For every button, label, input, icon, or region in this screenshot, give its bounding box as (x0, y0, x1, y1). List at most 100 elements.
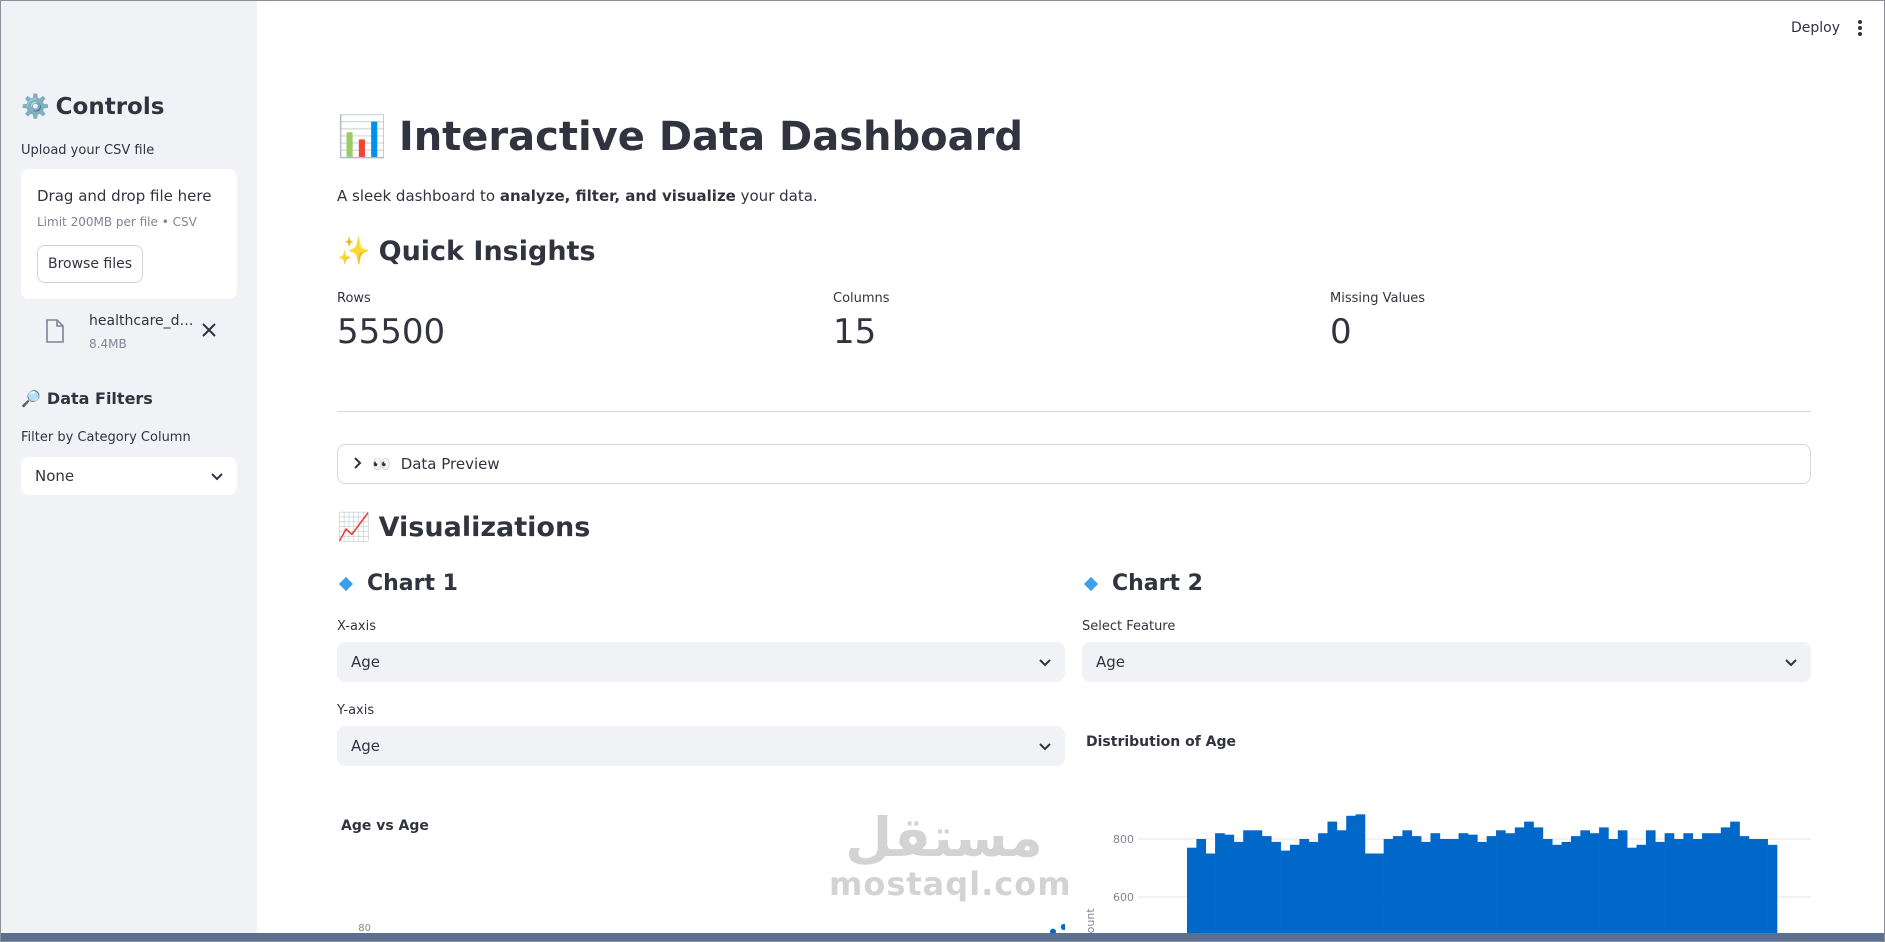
histogram-bar (1608, 839, 1619, 941)
histogram-bar (1758, 839, 1768, 941)
chevron-down-icon (1039, 653, 1051, 671)
histogram-bar (1673, 839, 1684, 941)
x-axis-value: Age (351, 653, 381, 671)
scatter-point (1060, 924, 1065, 930)
histogram-bar (1767, 844, 1778, 941)
histogram-bar (1720, 827, 1731, 941)
dropzone-title: Drag and drop file here (37, 187, 212, 205)
histogram-bar (1477, 841, 1487, 941)
histogram-bar (1243, 830, 1253, 941)
histogram-bar (1280, 850, 1291, 941)
watermark-arabic: مستقل (845, 806, 1043, 869)
metric-rows: Rows 55500 (337, 291, 445, 352)
metric-label: Missing Values (1330, 291, 1426, 306)
histogram-bar (1496, 830, 1506, 941)
chart2-heading: Chart 2 (1082, 571, 1203, 596)
histogram-bar (1561, 841, 1572, 941)
histogram-bar (1627, 847, 1637, 941)
histogram-bar (1664, 833, 1675, 941)
metric-missing: Missing Values 0 (1330, 291, 1425, 352)
file-size: 8.4MB (89, 337, 127, 351)
chevron-down-icon (1039, 737, 1051, 755)
histogram-bar (1542, 839, 1553, 941)
filters-heading-text: Data Filters (46, 389, 153, 408)
chevron-down-icon (211, 467, 223, 485)
metric-value: 15 (833, 312, 877, 352)
y-axis-select[interactable]: Age (337, 726, 1065, 766)
diamond-icon (1083, 576, 1099, 591)
file-dropzone[interactable]: Drag and drop file here Limit 200MB per … (21, 169, 237, 299)
sidebar-heading-text: Controls (55, 93, 165, 120)
histogram-bar (1336, 830, 1347, 941)
x-axis-select[interactable]: Age (337, 642, 1065, 682)
histogram-bar (1374, 853, 1384, 941)
scatter-title: Age vs Age (341, 818, 429, 834)
histogram-bar (1318, 833, 1328, 941)
histogram-bar (1205, 853, 1216, 941)
histogram-bar (1702, 833, 1712, 941)
upload-label: Upload your CSV file (21, 143, 155, 158)
feature-select[interactable]: Age (1082, 642, 1811, 682)
chevron-down-icon (1785, 653, 1797, 671)
histogram-bar (1252, 830, 1263, 941)
histogram-bar (1299, 839, 1310, 941)
subtitle-bold: analyze, filter, and visualize (499, 187, 736, 205)
histogram-bar (1233, 841, 1244, 941)
filters-heading: 🔎 Data Filters (21, 389, 153, 408)
subtitle-text: A sleek dashboard to (337, 187, 500, 205)
browse-files-button[interactable]: Browse files (37, 245, 143, 283)
histogram-bar (1261, 836, 1272, 941)
metric-value: 0 (1330, 312, 1352, 352)
histogram-title: Distribution of Age (1086, 734, 1237, 750)
histogram-bar (1346, 815, 1356, 941)
close-icon[interactable] (201, 319, 217, 343)
metric-value: 55500 (337, 312, 446, 352)
chevron-right-icon (354, 455, 362, 473)
histogram-bar (1383, 839, 1394, 941)
histogram-bar (1552, 844, 1562, 941)
histogram-bar (1196, 839, 1207, 941)
file-icon (45, 319, 65, 347)
histogram-bar (1655, 841, 1665, 941)
magnifier-icon: 🔎 (21, 389, 41, 408)
histogram-bar (1430, 833, 1441, 941)
histogram-bar (1533, 827, 1544, 941)
visualizations-heading: 📈 Visualizations (337, 511, 590, 544)
chart1-heading: Chart 1 (337, 571, 458, 596)
more-options-icon[interactable] (1853, 20, 1867, 38)
metric-columns: Columns 15 (833, 291, 890, 352)
feature-label: Select Feature (1082, 619, 1176, 634)
app-window: ⚙️ Controls Upload your CSV file Drag an… (0, 0, 1885, 942)
line-chart-icon: 📈 (337, 512, 371, 543)
data-preview-expander[interactable]: 👀 Data Preview (337, 444, 1811, 484)
histogram-bar (1711, 833, 1722, 941)
metric-label: Columns (833, 291, 890, 306)
page-title: 📊 Interactive Data Dashboard (337, 113, 1023, 161)
feature-value: Age (1096, 653, 1126, 671)
deploy-button[interactable]: Deploy (1791, 20, 1840, 36)
histogram-bar (1439, 839, 1450, 941)
histogram-bar (1570, 836, 1581, 941)
histogram-bar (1467, 834, 1478, 941)
chart2-heading-text: Chart 2 (1112, 571, 1203, 596)
insights-heading: ✨ Quick Insights (337, 235, 596, 268)
histogram-bar (1645, 830, 1656, 941)
chart1-heading-text: Chart 1 (367, 571, 458, 596)
metric-label: Rows (337, 291, 371, 306)
category-filter-select[interactable]: None (21, 457, 237, 495)
histogram-bar (1514, 827, 1525, 941)
y-axis-value: Age (351, 737, 381, 755)
histogram-bar (1271, 841, 1281, 941)
histogram-bar (1224, 834, 1235, 941)
histogram-bar (1402, 830, 1413, 941)
y-tick-label: 600 (1113, 891, 1134, 904)
dropzone-limit: Limit 200MB per file • CSV (37, 215, 197, 229)
histogram-bar (1589, 833, 1600, 941)
histogram-bar (1636, 844, 1647, 941)
file-name: healthcare_dataset.csv (89, 313, 201, 329)
histogram-bar (1580, 830, 1590, 941)
histogram-bar (1449, 839, 1459, 941)
histogram-bar (1411, 836, 1422, 941)
histogram-bar (1486, 836, 1497, 941)
histogram-bar (1739, 836, 1750, 941)
